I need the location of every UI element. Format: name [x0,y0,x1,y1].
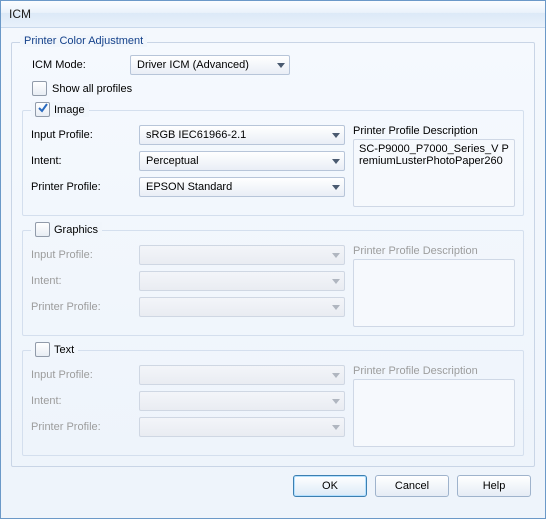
chevron-down-icon [332,425,340,430]
chevron-down-icon [332,253,340,258]
image-controls: Input Profile: sRGB IEC61966-2.1 Intent:… [31,125,345,197]
text-group: Text Input Profile: Intent: [22,350,524,456]
cancel-button[interactable]: Cancel [375,475,449,497]
graphics-intent-label: Intent: [31,275,131,287]
graphics-printer-profile-label: Printer Profile: [31,301,131,313]
show-all-profiles-label: Show all profiles [52,83,132,95]
graphics-group: Graphics Input Profile: Intent: [22,230,524,336]
graphics-checkbox[interactable] [35,222,50,237]
image-legend-label: Image [54,104,85,116]
text-printer-profile-combo [139,417,345,437]
image-input-profile-combo[interactable]: sRGB IEC61966-2.1 [139,125,345,145]
text-legend-label: Text [54,344,74,356]
graphics-intent-combo [139,271,345,291]
graphics-desc-label: Printer Profile Description [353,245,515,257]
graphics-controls: Input Profile: Intent: [31,245,345,317]
image-input-profile-value: sRGB IEC61966-2.1 [146,129,246,141]
graphics-desc-wrap: Printer Profile Description [353,245,515,327]
text-controls: Input Profile: Intent: [31,365,345,437]
client-area: Printer Color Adjustment ICM Mode: Drive… [1,28,545,518]
text-printer-profile-label: Printer Profile: [31,421,131,433]
text-input-profile-combo [139,365,345,385]
image-checkbox[interactable] [35,102,50,117]
graphics-printer-profile-combo [139,297,345,317]
graphics-content: Input Profile: Intent: [31,245,515,327]
text-intent-label: Intent: [31,395,131,407]
image-desc-wrap: Printer Profile Description SC-P9000_P70… [353,125,515,207]
show-all-profiles-checkbox[interactable] [32,81,47,96]
dialog-buttons: OK Cancel Help [11,467,535,499]
show-all-profiles-row: Show all profiles [32,81,524,96]
chevron-down-icon [332,185,340,190]
icm-mode-value: Driver ICM (Advanced) [137,59,249,71]
text-desc-wrap: Printer Profile Description [353,365,515,447]
text-desc-label: Printer Profile Description [353,365,515,377]
icm-dialog: ICM Printer Color Adjustment ICM Mode: D… [0,0,546,519]
text-checkbox[interactable] [35,342,50,357]
chevron-down-icon [332,133,340,138]
image-input-profile-label: Input Profile: [31,129,131,141]
image-desc-label: Printer Profile Description [353,125,515,137]
group-title: Printer Color Adjustment [20,35,147,47]
text-legend: Text [31,342,78,357]
graphics-legend: Graphics [31,222,102,237]
printer-color-adjustment-group: Printer Color Adjustment ICM Mode: Drive… [11,42,535,467]
icm-mode-combo[interactable]: Driver ICM (Advanced) [130,55,290,75]
text-content: Input Profile: Intent: [31,365,515,447]
image-printer-profile-value: EPSON Standard [146,181,232,193]
graphics-legend-label: Graphics [54,224,98,236]
icm-mode-row: ICM Mode: Driver ICM (Advanced) [32,55,524,75]
chevron-down-icon [277,63,285,68]
chevron-down-icon [332,373,340,378]
icm-mode-label: ICM Mode: [32,59,122,71]
image-intent-combo[interactable]: Perceptual [139,151,345,171]
image-content: Input Profile: sRGB IEC61966-2.1 Intent:… [31,125,515,207]
chevron-down-icon [332,159,340,164]
image-desc-box: SC-P9000_P7000_Series_V PremiumLusterPho… [353,139,515,207]
image-legend: Image [31,102,89,117]
text-desc-box [353,379,515,447]
graphics-desc-box [353,259,515,327]
image-group: Image Input Profile: sRGB IEC61966-2.1 I… [22,110,524,216]
graphics-input-profile-label: Input Profile: [31,249,131,261]
ok-button[interactable]: OK [293,475,367,497]
chevron-down-icon [332,305,340,310]
image-printer-profile-combo[interactable]: EPSON Standard [139,177,345,197]
image-intent-label: Intent: [31,155,131,167]
text-input-profile-label: Input Profile: [31,369,131,381]
window-title: ICM [1,1,545,28]
graphics-input-profile-combo [139,245,345,265]
image-printer-profile-label: Printer Profile: [31,181,131,193]
help-button[interactable]: Help [457,475,531,497]
chevron-down-icon [332,399,340,404]
text-intent-combo [139,391,345,411]
image-intent-value: Perceptual [146,155,199,167]
chevron-down-icon [332,279,340,284]
